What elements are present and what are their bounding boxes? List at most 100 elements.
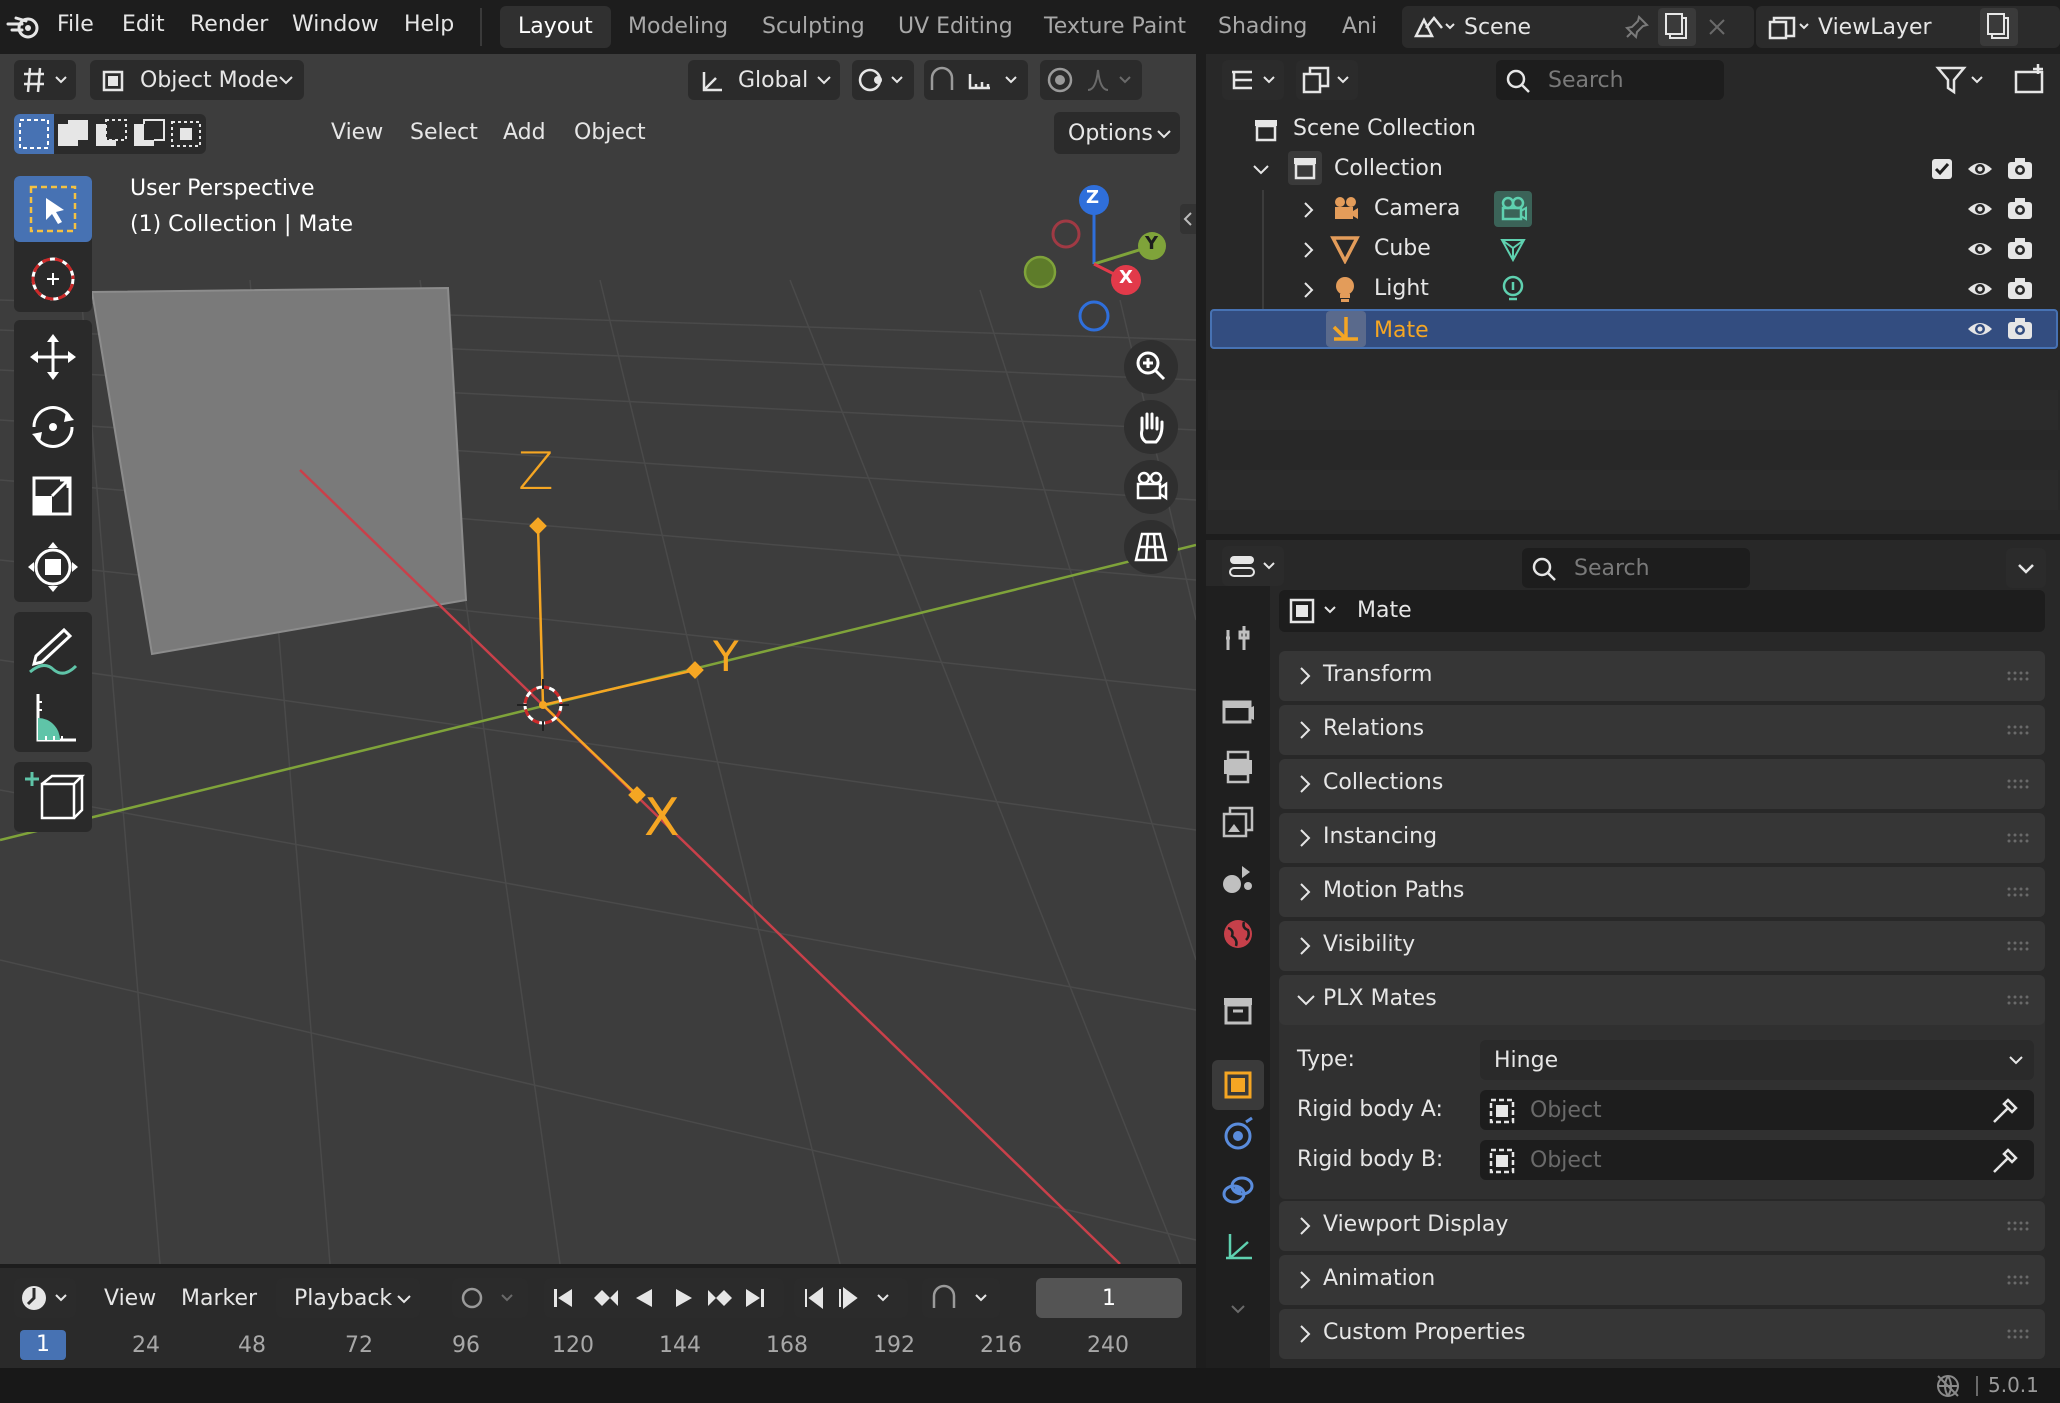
filter-icon[interactable] — [1930, 60, 1992, 100]
viewport-menu-select[interactable]: Select — [410, 120, 478, 145]
viewport-menu-view[interactable]: View — [331, 120, 383, 145]
eye-icon[interactable] — [1966, 197, 1994, 221]
checkbox-icon[interactable] — [1930, 157, 1954, 181]
panel-relations[interactable]: Relations — [1279, 705, 2045, 755]
panel-plx-mates-header[interactable]: PLX Mates — [1279, 975, 2045, 1025]
new-scene-icon[interactable] — [1658, 8, 1696, 46]
world-tab-icon[interactable] — [1218, 914, 1258, 954]
render-camera-icon[interactable] — [2006, 235, 2034, 263]
outliner-search-input[interactable]: Search — [1496, 60, 1724, 100]
pivot-point-button[interactable] — [852, 60, 914, 100]
panel-viewport-display[interactable]: Viewport Display — [1279, 1201, 2045, 1251]
output-tab-icon[interactable] — [1218, 746, 1258, 786]
navigation-gizmo[interactable]: Z Y X — [1014, 180, 1174, 340]
timeline-editor-type-button[interactable] — [14, 1278, 76, 1318]
keyframe-jump-controls[interactable] — [794, 1278, 908, 1318]
transform-tool-icon[interactable] — [14, 534, 92, 600]
mode-selector[interactable]: Object Mode — [90, 60, 304, 100]
type-dropdown[interactable]: Hinge — [1480, 1040, 2034, 1080]
camera-view-icon[interactable] — [1124, 460, 1178, 514]
cursor-tool-icon[interactable] — [14, 246, 92, 312]
options-button[interactable]: Options — [1054, 112, 1180, 154]
render-camera-icon[interactable] — [2006, 155, 2034, 183]
timeline-menu-marker[interactable]: Marker — [181, 1286, 257, 1311]
scene-selector[interactable]: Scene — [1402, 6, 1754, 48]
properties-options-button[interactable] — [2006, 548, 2046, 588]
physics-tab-icon[interactable] — [1218, 1114, 1258, 1154]
outliner-row-camera[interactable]: Camera — [1210, 189, 2058, 229]
collection-tab-icon[interactable] — [1218, 990, 1258, 1030]
render-camera-icon[interactable] — [2006, 195, 2034, 223]
menu-render[interactable]: Render — [190, 12, 268, 37]
menu-file[interactable]: File — [57, 12, 94, 37]
select-box-intersect-icon[interactable] — [168, 114, 206, 154]
view-layer-tab-icon[interactable] — [1218, 802, 1258, 842]
new-view-layer-icon[interactable] — [1980, 8, 2018, 46]
tab-animation[interactable]: Ani — [1324, 6, 1384, 48]
orientation-selector[interactable]: Global — [688, 60, 840, 100]
eye-icon[interactable] — [1966, 277, 1994, 301]
view-layer-selector[interactable]: ViewLayer — [1756, 6, 2060, 48]
close-icon[interactable] — [1706, 16, 1728, 38]
eyedropper-icon[interactable] — [1990, 1096, 2020, 1126]
zoom-icon[interactable] — [1124, 340, 1178, 394]
panel-motion-paths[interactable]: Motion Paths — [1279, 867, 2045, 917]
tab-uv-editing[interactable]: UV Editing — [880, 6, 1031, 48]
new-collection-icon[interactable] — [2010, 60, 2050, 100]
add-cube-tool-icon[interactable] — [14, 764, 92, 830]
object-name-field[interactable]: Mate — [1279, 590, 2045, 632]
properties-editor-type-button[interactable] — [1222, 546, 1284, 586]
panel-collections[interactable]: Collections — [1279, 759, 2045, 809]
render-camera-icon[interactable] — [2006, 315, 2034, 343]
tab-layout[interactable]: Layout — [500, 6, 611, 48]
scale-tool-icon[interactable] — [14, 464, 92, 530]
panel-transform[interactable]: Transform — [1279, 651, 2045, 701]
outliner-row-mate[interactable]: Mate — [1210, 309, 2058, 349]
annotate-tool-icon[interactable] — [14, 616, 92, 682]
eye-icon[interactable] — [1966, 317, 1994, 341]
tab-modeling[interactable]: Modeling — [610, 6, 746, 48]
tool-settings-tab-icon[interactable] — [1218, 618, 1258, 658]
panel-visibility[interactable]: Visibility — [1279, 921, 2045, 971]
outliner-row-light[interactable]: Light — [1210, 269, 2058, 309]
scene-tab-icon[interactable] — [1218, 858, 1258, 898]
outliner-row-collection[interactable]: Collection — [1210, 149, 2058, 189]
timeline-snap-button[interactable] — [922, 1278, 1000, 1318]
rigid-body-b-field[interactable]: Object — [1480, 1140, 2034, 1180]
measure-tool-icon[interactable] — [14, 684, 92, 750]
display-mode-button[interactable] — [1296, 60, 1358, 100]
select-box-tool-icon[interactable] — [14, 176, 92, 242]
snap-button[interactable] — [924, 60, 1028, 100]
eye-icon[interactable] — [1966, 237, 1994, 261]
rotate-tool-icon[interactable] — [14, 394, 92, 460]
sidebar-toggle-icon[interactable] — [1180, 204, 1196, 234]
rigid-body-a-field[interactable]: Object — [1480, 1090, 2034, 1130]
frame-indicator[interactable]: 1 — [20, 1330, 66, 1360]
outliner-editor-type-button[interactable] — [1222, 60, 1284, 100]
render-camera-icon[interactable] — [2006, 275, 2034, 303]
select-box-new-icon[interactable] — [14, 114, 54, 154]
select-box-subtract-icon[interactable] — [92, 114, 130, 154]
eye-icon[interactable] — [1966, 157, 1994, 181]
blender-logo-icon[interactable] — [6, 12, 42, 42]
select-box-extend-icon[interactable] — [54, 114, 92, 154]
object-data-tab-icon[interactable] — [1218, 1226, 1258, 1266]
select-box-invert-icon[interactable] — [130, 114, 168, 154]
outliner-row-cube[interactable]: Cube — [1210, 229, 2058, 269]
move-tool-icon[interactable] — [14, 324, 92, 390]
panel-animation[interactable]: Animation — [1279, 1255, 2045, 1305]
outliner-row-scene-collection[interactable]: Scene Collection — [1210, 109, 2058, 149]
pin-icon[interactable] — [1624, 14, 1650, 40]
pan-hand-icon[interactable] — [1124, 400, 1178, 454]
panel-custom-properties[interactable]: Custom Properties — [1279, 1309, 2045, 1359]
menu-window[interactable]: Window — [292, 12, 379, 37]
object-tab-icon[interactable] — [1212, 1060, 1264, 1110]
tab-texture-paint[interactable]: Texture Paint — [1026, 6, 1204, 48]
playback-menu[interactable]: Playback — [276, 1278, 420, 1318]
tab-shading[interactable]: Shading — [1200, 6, 1325, 48]
camera-data-icon[interactable] — [1494, 191, 1532, 227]
viewport-menu-object[interactable]: Object — [574, 120, 646, 145]
viewport-menu-add[interactable]: Add — [503, 120, 546, 145]
properties-search-input[interactable]: Search — [1522, 548, 1750, 588]
render-tab-icon[interactable] — [1218, 690, 1258, 730]
